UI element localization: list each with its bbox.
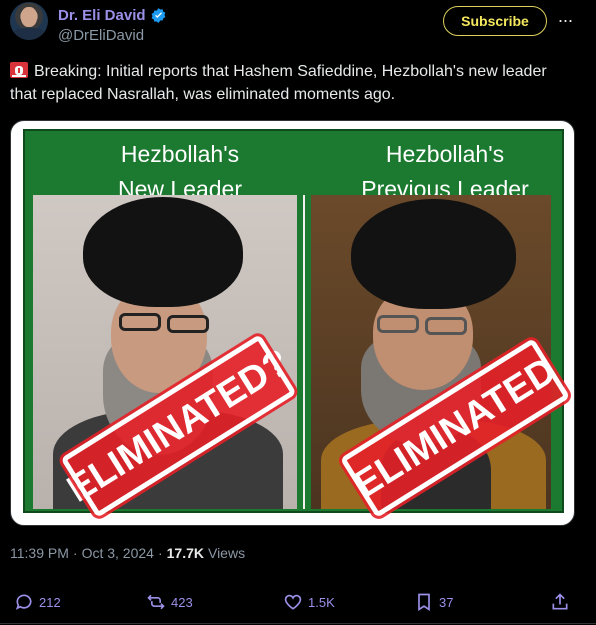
- bookmark-button[interactable]: 37: [414, 592, 453, 612]
- tweet-media[interactable]: Hezbollah's New Leader Hezbollah's Previ…: [10, 120, 575, 526]
- author-handle[interactable]: @DrEliDavid: [58, 27, 144, 44]
- verified-badge-icon: [151, 8, 165, 23]
- subscribe-button[interactable]: Subscribe: [443, 6, 547, 36]
- meta-separator-2: ·: [157, 545, 163, 561]
- tweet-text: Breaking: Initial reports that Hashem Sa…: [10, 63, 547, 103]
- image-divider: [303, 195, 305, 509]
- bookmark-count: 37: [439, 594, 454, 610]
- tweet-date[interactable]: Oct 3, 2024: [82, 545, 154, 561]
- author-name-row: Dr. Eli David: [58, 7, 167, 24]
- repost-button[interactable]: 423: [146, 592, 193, 612]
- meta-separator: ·: [72, 545, 78, 561]
- action-bar: 212 423 1.5K 37: [0, 592, 596, 618]
- tweet-text-block: Breaking: Initial reports that Hashem Sa…: [10, 60, 570, 106]
- views-label: Views: [207, 545, 246, 561]
- avatar[interactable]: [10, 2, 48, 40]
- author-name[interactable]: Dr. Eli David: [58, 7, 146, 24]
- tweet: Dr. Eli David @DrEliDavid Subscribe ··· …: [0, 0, 596, 625]
- right-title-line1: Hezbollah's: [385, 141, 505, 167]
- tweet-meta: 11:39 PM · Oct 3, 2024 · 17.7K Views: [10, 545, 245, 561]
- siren-icon: [10, 62, 28, 78]
- bottom-divider: [0, 623, 596, 624]
- repost-count: 423: [171, 594, 193, 610]
- share-icon: [552, 593, 568, 610]
- reply-button[interactable]: 212: [14, 592, 61, 612]
- left-title-line1: Hezbollah's: [120, 141, 240, 167]
- more-dots-icon[interactable]: ···: [554, 9, 576, 31]
- like-count: 1.5K: [308, 594, 335, 610]
- heart-icon: [284, 594, 302, 610]
- like-button[interactable]: 1.5K: [283, 592, 335, 612]
- share-button[interactable]: [550, 592, 570, 612]
- views-count: 17.7K: [166, 545, 204, 561]
- media-image: Hezbollah's New Leader Hezbollah's Previ…: [23, 129, 574, 525]
- tweet-time[interactable]: 11:39 PM: [10, 545, 69, 561]
- reply-icon: [15, 594, 32, 610]
- bookmark-icon: [418, 593, 430, 612]
- reply-count: 212: [39, 594, 61, 610]
- repost-icon: [147, 594, 165, 610]
